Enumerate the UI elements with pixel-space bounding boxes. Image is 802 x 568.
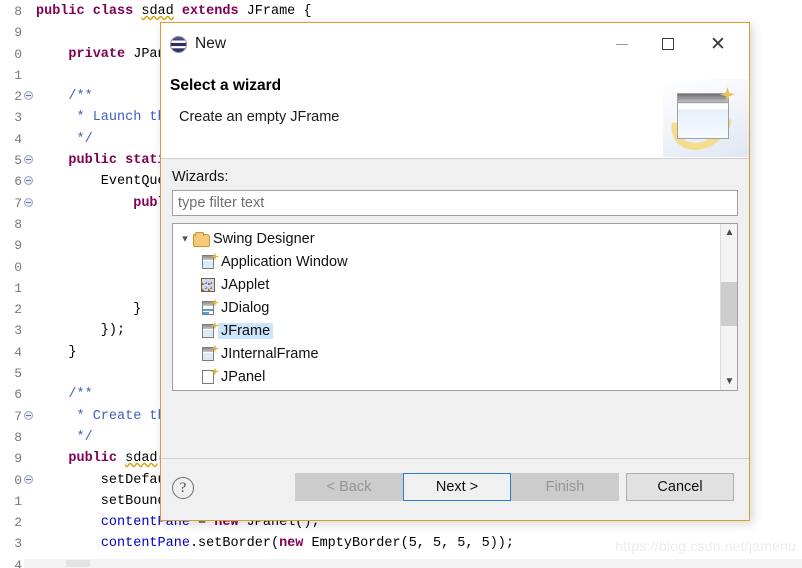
tree-item-jpanel[interactable]: JPanel — [173, 365, 720, 388]
tree-item-application-window[interactable]: Application Window — [173, 250, 720, 273]
dialog-body: Wizards: ▾ Swing Designer Application Wind… — [161, 159, 749, 458]
editor-horizontal-scrollbar[interactable] — [24, 559, 802, 568]
new-wizard-dialog: New ✕ Select a wizard Create an empty JF… — [160, 22, 750, 521]
maximize-icon[interactable] — [645, 23, 691, 65]
tree-item-jframe[interactable]: JFrame — [173, 319, 720, 342]
wizard-tree[interactable]: ▾ Swing Designer Application Window JApplet… — [173, 224, 720, 390]
line-number: 6 — [0, 171, 33, 192]
line-number: 0 — [14, 46, 22, 62]
line-number: 9 — [14, 238, 22, 254]
page-title: Select a wizard — [170, 77, 282, 94]
wizard-banner-image — [663, 79, 749, 157]
dialog-titlebar[interactable]: New ✕ — [161, 23, 749, 65]
line-number: 1 — [14, 493, 22, 509]
line-number: 2 — [0, 86, 33, 107]
jinternalframe-icon — [200, 344, 219, 362]
japplet-icon — [200, 277, 218, 293]
dialog-title: New — [195, 35, 227, 52]
line-number: 8 — [14, 4, 22, 19]
line-number: 3 — [14, 110, 22, 126]
line-number: 7 — [0, 406, 33, 427]
tree-item-japplet[interactable]: JApplet — [173, 273, 720, 296]
chevron-down-icon[interactable]: ▼ — [721, 373, 737, 390]
banner-window-glyph — [677, 93, 729, 139]
gutter-separator — [34, 0, 35, 568]
line-number: 8 — [14, 216, 22, 232]
jframe-icon — [200, 321, 219, 339]
line-number: 7 — [0, 193, 33, 214]
tree-item-label: JApplet — [221, 276, 270, 293]
tree-item-jdialog[interactable]: JDialog — [173, 296, 720, 319]
line-number: 6 — [14, 387, 22, 403]
line-number: 4 — [14, 557, 22, 568]
fold-toggle-icon[interactable] — [24, 410, 33, 420]
folder-icon — [192, 231, 210, 247]
jpanel-icon — [200, 367, 219, 385]
dialog-footer: ? < Back Next > Finish Cancel — [161, 458, 749, 520]
tree-item-label: JFrame — [218, 322, 274, 339]
line-number: 0 — [14, 259, 22, 275]
line-number: 2 — [14, 515, 22, 531]
wizard-tree-container: ▾ Swing Designer Application Window JApplet… — [172, 223, 738, 391]
line-number: 8 — [14, 429, 22, 445]
code-line: public class sdad extends JFrame { — [36, 4, 312, 19]
editor-hscroll-thumb[interactable] — [66, 560, 90, 567]
fold-toggle-icon[interactable] — [24, 474, 33, 484]
tree-item-label: JInternalFrame — [221, 345, 319, 362]
fold-toggle-icon[interactable] — [24, 91, 33, 101]
fold-toggle-icon[interactable] — [24, 155, 33, 165]
line-number: 5 — [14, 366, 22, 382]
tree-scroll-thumb[interactable] — [721, 282, 737, 326]
line-number: 3 — [14, 323, 22, 339]
next-button[interactable]: Next > — [403, 473, 511, 501]
wizards-label: Wizards: — [172, 169, 229, 185]
tree-item-label: Application Window — [221, 253, 348, 270]
chevron-up-icon[interactable]: ▲ — [721, 224, 737, 241]
line-number: 1 — [14, 67, 22, 83]
cancel-button[interactable]: Cancel — [626, 473, 734, 501]
help-icon[interactable]: ? — [172, 477, 194, 499]
tree-item-label: Swing Designer — [213, 230, 315, 247]
page-description: Create an empty JFrame — [179, 109, 340, 125]
line-number: 9 — [14, 25, 22, 41]
wizard-tree-scrollbar[interactable]: ▲ ▼ — [720, 224, 737, 390]
jdialog-icon — [200, 298, 219, 316]
line-number: 4 — [14, 131, 22, 147]
finish-button[interactable]: Finish — [511, 473, 619, 501]
line-number: 4 — [14, 344, 22, 360]
chevron-down-icon[interactable]: ▾ — [178, 232, 192, 245]
filter-input[interactable] — [172, 190, 738, 216]
tree-item-swing-designer[interactable]: ▾ Swing Designer — [173, 227, 720, 250]
tree-item-label: JPanel — [221, 368, 266, 385]
watermark-text: https://blog.csdn.net/jamenu — [615, 538, 796, 554]
minimize-icon[interactable] — [599, 23, 645, 65]
back-button[interactable]: < Back — [295, 473, 403, 501]
tree-item-label: JDialog — [221, 299, 270, 316]
line-number: 3 — [14, 536, 22, 552]
tree-item-jinternalframe[interactable]: JInternalFrame — [173, 342, 720, 365]
editor-line-number-gutter: 8901234567890123456789012345 — [0, 0, 33, 568]
close-icon[interactable]: ✕ — [695, 23, 741, 65]
fold-toggle-icon[interactable] — [24, 176, 33, 186]
eclipse-icon — [170, 35, 187, 53]
fold-toggle-icon[interactable] — [24, 197, 33, 207]
line-number: 0 — [0, 470, 33, 491]
line-number: 1 — [14, 280, 22, 296]
line-number: 2 — [14, 302, 22, 318]
line-number: 5 — [0, 150, 33, 171]
new-window-icon — [200, 252, 219, 270]
line-number: 9 — [14, 451, 22, 467]
dialog-header: Select a wizard Create an empty JFrame — [161, 65, 749, 159]
